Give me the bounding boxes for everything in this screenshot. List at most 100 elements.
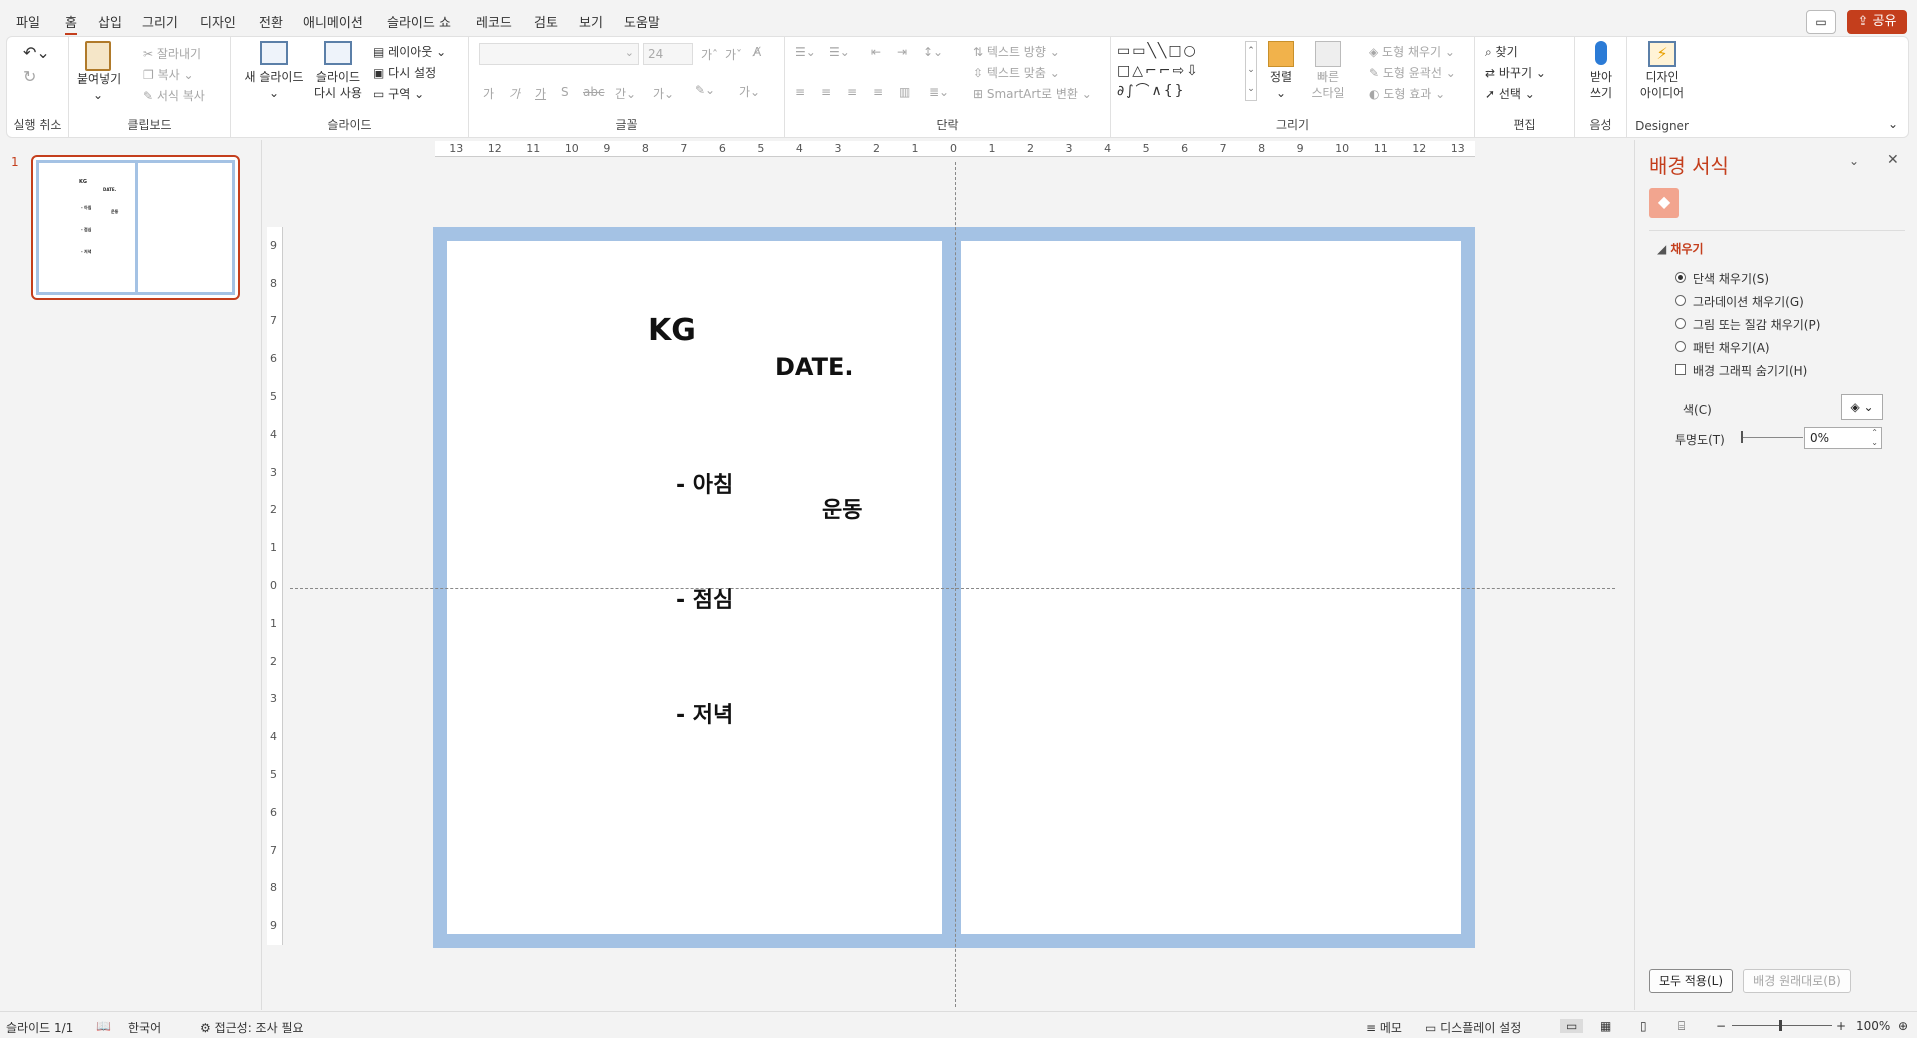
grow-font-icon[interactable]: 가ˆ: [701, 46, 718, 63]
menu-file[interactable]: 파일: [16, 12, 40, 31]
align-left-icon[interactable]: ≡: [795, 85, 805, 99]
italic-icon[interactable]: 가: [509, 85, 520, 102]
shape-effects-button[interactable]: ◐ 도형 효과 ⌄: [1369, 85, 1445, 102]
horizontal-guide[interactable]: [290, 588, 1615, 589]
menu-view[interactable]: 보기: [579, 12, 603, 31]
slideshow-icon[interactable]: ⌸: [1678, 1019, 1685, 1034]
spacing-icon[interactable]: 간⌄: [615, 85, 636, 102]
gallery-scroll[interactable]: ⌃ ⌄ ⌄: [1245, 41, 1257, 101]
bullet-dinner[interactable]: - 저녁: [676, 697, 733, 729]
bullet-morning[interactable]: - 아침: [676, 467, 733, 499]
hide-graphics-checkbox[interactable]: [1675, 364, 1686, 375]
highlight-icon[interactable]: ✎⌄: [695, 83, 715, 97]
zoom-out-icon[interactable]: −: [1716, 1019, 1726, 1033]
accessibility-status[interactable]: ⚙ 접근성: 조사 필요: [200, 1019, 304, 1036]
strikethrough-icon[interactable]: abc: [583, 85, 605, 99]
text-direction-button[interactable]: ⇅ 텍스트 방향 ⌄: [973, 43, 1060, 60]
shadow-icon[interactable]: S: [561, 85, 569, 99]
apply-all-button[interactable]: 모두 적용(L): [1649, 969, 1733, 993]
reading-view-icon[interactable]: ▯: [1640, 1019, 1647, 1033]
menu-animations[interactable]: 애니메이션: [303, 12, 363, 31]
align-middle-icon[interactable]: ≣⌄: [929, 85, 949, 99]
bullets-icon[interactable]: ☰⌄: [795, 45, 816, 59]
increase-indent-icon[interactable]: ⇥: [897, 45, 907, 59]
slide-title[interactable]: KG: [648, 313, 696, 348]
shapes-gallery[interactable]: ▭▭╲╲□○ □△⌐⌐⇨⇩ ∂∫⌒∧{}: [1117, 41, 1247, 103]
slide-date[interactable]: DATE.: [775, 353, 854, 381]
shrink-font-icon[interactable]: 가ˇ: [725, 46, 742, 63]
align-right-icon[interactable]: ≡: [847, 85, 857, 99]
fill-section-header[interactable]: ◢ 채우기: [1657, 240, 1704, 257]
replace-button[interactable]: ⇄ 바꾸기 ⌄: [1485, 64, 1546, 81]
new-slide-button[interactable]: 새 슬라이드 ⌄: [241, 41, 307, 101]
collapse-ribbon-icon[interactable]: ⌄: [1888, 117, 1898, 131]
font-color-icon[interactable]: 가⌄: [739, 83, 760, 100]
menu-help[interactable]: 도움말: [624, 12, 660, 31]
slide-thumbnail[interactable]: KG DATE. - 아침 운동 - 점심 - 저녁: [31, 155, 240, 300]
reuse-slides-button[interactable]: 슬라이드 다시 사용: [311, 41, 365, 101]
zoom-level[interactable]: 100%: [1856, 1019, 1890, 1033]
close-icon[interactable]: ✕: [1887, 152, 1899, 168]
language-status[interactable]: 한국어: [128, 1019, 161, 1036]
smartart-button[interactable]: ⊞ SmartArt로 변환 ⌄: [973, 85, 1092, 102]
dictate-button[interactable]: 받아 쓰기: [1579, 41, 1623, 101]
underline-icon[interactable]: 가: [535, 85, 546, 102]
arrange-button[interactable]: 정렬 ⌄: [1261, 41, 1301, 101]
menu-record[interactable]: 레코드: [476, 12, 512, 31]
solid-fill-radio[interactable]: [1675, 272, 1686, 283]
slide-sorter-icon[interactable]: ▦: [1600, 1019, 1611, 1033]
exercise-label[interactable]: 운동: [822, 492, 862, 524]
fill-tab-icon[interactable]: ◆: [1649, 188, 1679, 218]
vertical-guide[interactable]: [955, 162, 956, 1007]
align-text-button[interactable]: ⇳ 텍스트 맞춤 ⌄: [973, 64, 1060, 81]
normal-view-icon[interactable]: ▭: [1560, 1019, 1584, 1033]
transparency-input[interactable]: 0% ⌃ ⌄: [1804, 427, 1882, 449]
menu-review[interactable]: 검토: [534, 12, 558, 31]
copy-button[interactable]: ❐ 복사 ⌄: [143, 66, 194, 83]
display-settings-button[interactable]: ▭ 디스플레이 설정: [1425, 1019, 1521, 1036]
design-ideas-button[interactable]: ⚡ 디자인 아이디어: [1631, 41, 1693, 101]
notes-button[interactable]: ≡ 메모: [1366, 1019, 1402, 1036]
zoom-slider[interactable]: [1732, 1025, 1832, 1026]
pane-options-icon[interactable]: ⌄: [1849, 154, 1859, 168]
color-picker-button[interactable]: ◈ ⌄: [1841, 394, 1883, 420]
transparency-slider-thumb[interactable]: [1741, 431, 1743, 443]
comments-button[interactable]: ▭: [1806, 10, 1836, 34]
layout-button[interactable]: ▤ 레이아웃 ⌄: [373, 43, 446, 60]
find-button[interactable]: ⌕ 찾기: [1485, 43, 1518, 60]
fit-slide-icon[interactable]: ⊕: [1898, 1019, 1908, 1033]
justify-icon[interactable]: ≡: [873, 85, 883, 99]
spelling-icon[interactable]: 📖: [96, 1019, 111, 1033]
paste-button[interactable]: 붙여넣기 ⌄: [77, 41, 121, 103]
menu-transitions[interactable]: 전환: [259, 12, 283, 31]
line-spacing-icon[interactable]: ↕⌄: [923, 45, 943, 59]
reset-background-button[interactable]: 배경 원래대로(B): [1743, 969, 1851, 993]
section-button[interactable]: ▭ 구역 ⌄: [373, 85, 424, 102]
horizontal-ruler[interactable]: 13 12 11 10 9 8 7 6 5 4 3 2 1 0 1 2 3 4 5 6 7 8 9 10 11 12 13: [435, 141, 1475, 157]
undo-icon[interactable]: ↶⌄: [23, 43, 50, 62]
menu-design[interactable]: 디자인: [200, 12, 236, 31]
shape-outline-button[interactable]: ✎ 도형 윤곽선 ⌄: [1369, 64, 1456, 81]
select-button[interactable]: ➚ 선택 ⌄: [1485, 85, 1535, 102]
cut-button[interactable]: ✂ 잘라내기: [143, 45, 201, 62]
share-button[interactable]: ⇪ 공유: [1847, 10, 1907, 34]
shape-fill-button[interactable]: ◈ 도형 채우기 ⌄: [1369, 43, 1455, 60]
menu-draw[interactable]: 그리기: [142, 12, 178, 31]
align-center-icon[interactable]: ≡: [821, 85, 831, 99]
transparency-slider[interactable]: [1741, 437, 1803, 438]
zoom-slider-thumb[interactable]: [1779, 1020, 1782, 1031]
columns-icon[interactable]: ▥: [899, 85, 910, 99]
gradient-fill-radio[interactable]: [1675, 295, 1686, 306]
bullet-lunch[interactable]: - 점심: [676, 582, 733, 614]
menu-slideshow[interactable]: 슬라이드 쇼: [387, 12, 451, 31]
vertical-ruler[interactable]: 9 8 7 6 5 4 3 2 1 0 1 2 3 4 5 6 7 8 9: [267, 227, 283, 945]
bold-icon[interactable]: 가: [483, 85, 494, 102]
zoom-in-icon[interactable]: +: [1836, 1019, 1846, 1033]
font-name-select[interactable]: ⌄: [479, 43, 639, 65]
redo-icon[interactable]: ↻: [23, 67, 36, 86]
numbering-icon[interactable]: ☰⌄: [829, 45, 850, 59]
change-case-icon[interactable]: 가⌄: [653, 85, 674, 102]
menu-insert[interactable]: 삽입: [98, 12, 122, 31]
decrease-indent-icon[interactable]: ⇤: [871, 45, 881, 59]
pattern-fill-radio[interactable]: [1675, 341, 1686, 352]
